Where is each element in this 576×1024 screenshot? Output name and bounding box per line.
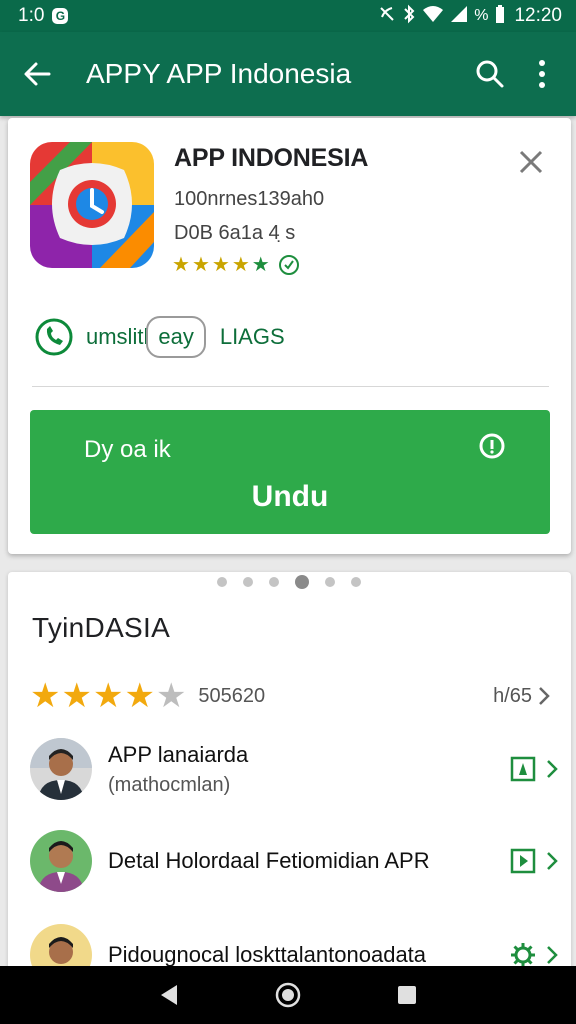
rating-count: 505620 [198,684,266,707]
recents-square-icon [397,986,416,1004]
bookmark-icon[interactable] [510,756,536,782]
list-item[interactable]: APP lanaiarda (mathocmlan) [30,734,558,804]
chevron-right-icon[interactable] [546,945,558,965]
feature-text: umslitl [86,324,149,349]
nav-home-button[interactable] [268,975,308,1015]
search-button[interactable] [468,52,512,96]
status-bar: 1:0 G % 12:20 [0,0,576,32]
app-card: APP INDONESIA 100nrnes139ah0 D0B 6a1a 4 … [8,118,571,554]
star-icon: ★ [251,254,270,276]
app-details: D0B 6a1a 4 ̣s [174,222,296,244]
nav-back-button[interactable] [149,975,189,1015]
divider [32,386,549,387]
pager-dot[interactable] [351,577,361,587]
app-name: APP INDONESIA [174,144,369,172]
wifi-icon [422,5,444,28]
feature-link[interactable]: LIAGS [220,324,285,350]
list-item-title: Detal Holordaal Fetiomidian APR [108,848,430,873]
pager-dot[interactable] [269,577,279,587]
star-empty-icon: ★ [155,677,187,715]
phone-call-icon [35,318,73,356]
notification-badge-icon: G [52,8,69,24]
status-time: 12:20 [514,5,562,26]
app-logo-icon [30,142,154,268]
star-icon: ★ [124,677,155,715]
close-icon [519,150,543,174]
signal-icon [450,5,468,28]
chevron-right-icon [539,687,550,705]
star-icon: ★ [172,254,190,276]
list-item-subtitle: (mathocmlan) [108,773,231,796]
rating-more-link[interactable]: h/65 [493,685,550,708]
back-triangle-icon [161,985,178,1005]
star-icon: ★ [61,677,92,715]
dismiss-button[interactable] [513,144,549,180]
feature-row: umslitl eay LIAGS [34,316,285,358]
info-icon[interactable] [478,432,506,460]
star-icon: ★ [30,677,61,715]
chevron-right-icon[interactable] [546,759,558,779]
more-vert-icon [539,60,545,88]
pager-dot-active[interactable] [295,575,309,589]
bookmark-icon[interactable] [510,848,536,874]
list-item-title: APP lanaiarda [108,741,249,767]
app-bar: APPY APP Indonesia [0,32,576,116]
rating-summary[interactable]: ★ ★ ★ ★ ★ 505620 h/65 [30,678,550,714]
app-rating-stars: ★ ★ ★ ★ ★ [172,252,300,277]
settings-gear-icon[interactable] [510,942,536,968]
list-item-title: Pidougnocal loskttalantonoadata [108,942,427,967]
pager-dot[interactable] [325,577,335,587]
star-icon: ★ [231,254,250,276]
star-icon: ★ [92,677,124,715]
battery-percent-glyph: % [474,7,489,24]
reviews-card: TyinDASIA ★ ★ ★ ★ ★ 505620 h/65 APP lana… [8,572,571,986]
app-developer: 100nrnes139ah0 [174,188,325,210]
rating-stars: ★ ★ ★ ★ ★ [30,679,186,713]
list-item[interactable]: Detal Holordaal Fetiomidian APR [30,826,558,896]
feature-pill[interactable]: eay [146,316,206,358]
avatar [30,830,92,892]
install-subtext: Dy oa ik [84,436,171,463]
pager-dot[interactable] [243,577,253,587]
mute-icon [378,5,396,28]
back-button[interactable] [22,54,62,94]
bluetooth-icon [402,4,416,29]
section-title: TyinDASIA [32,612,171,643]
status-time-left: 1:0 [18,5,45,26]
battery-icon [494,4,506,29]
pager-dots [0,575,576,589]
arrow-left-icon [24,62,51,86]
star-icon: ★ [211,254,230,276]
avatar [30,738,92,800]
install-label: Undu [251,480,329,513]
page-title: APPY APP Indonesia [86,58,352,89]
home-circle-icon [275,982,301,1008]
chevron-right-icon[interactable] [546,851,558,871]
verified-badge-icon [278,254,299,275]
install-button[interactable]: Dy oa ik Undu [30,410,550,534]
search-icon [476,60,504,88]
nav-recents-button[interactable] [387,975,427,1015]
star-icon: ★ [191,254,210,276]
system-nav-bar [0,966,576,1024]
more-options-button[interactable] [520,52,564,96]
pager-dot[interactable] [217,577,227,587]
rating-right-text: h/65 [493,684,532,707]
